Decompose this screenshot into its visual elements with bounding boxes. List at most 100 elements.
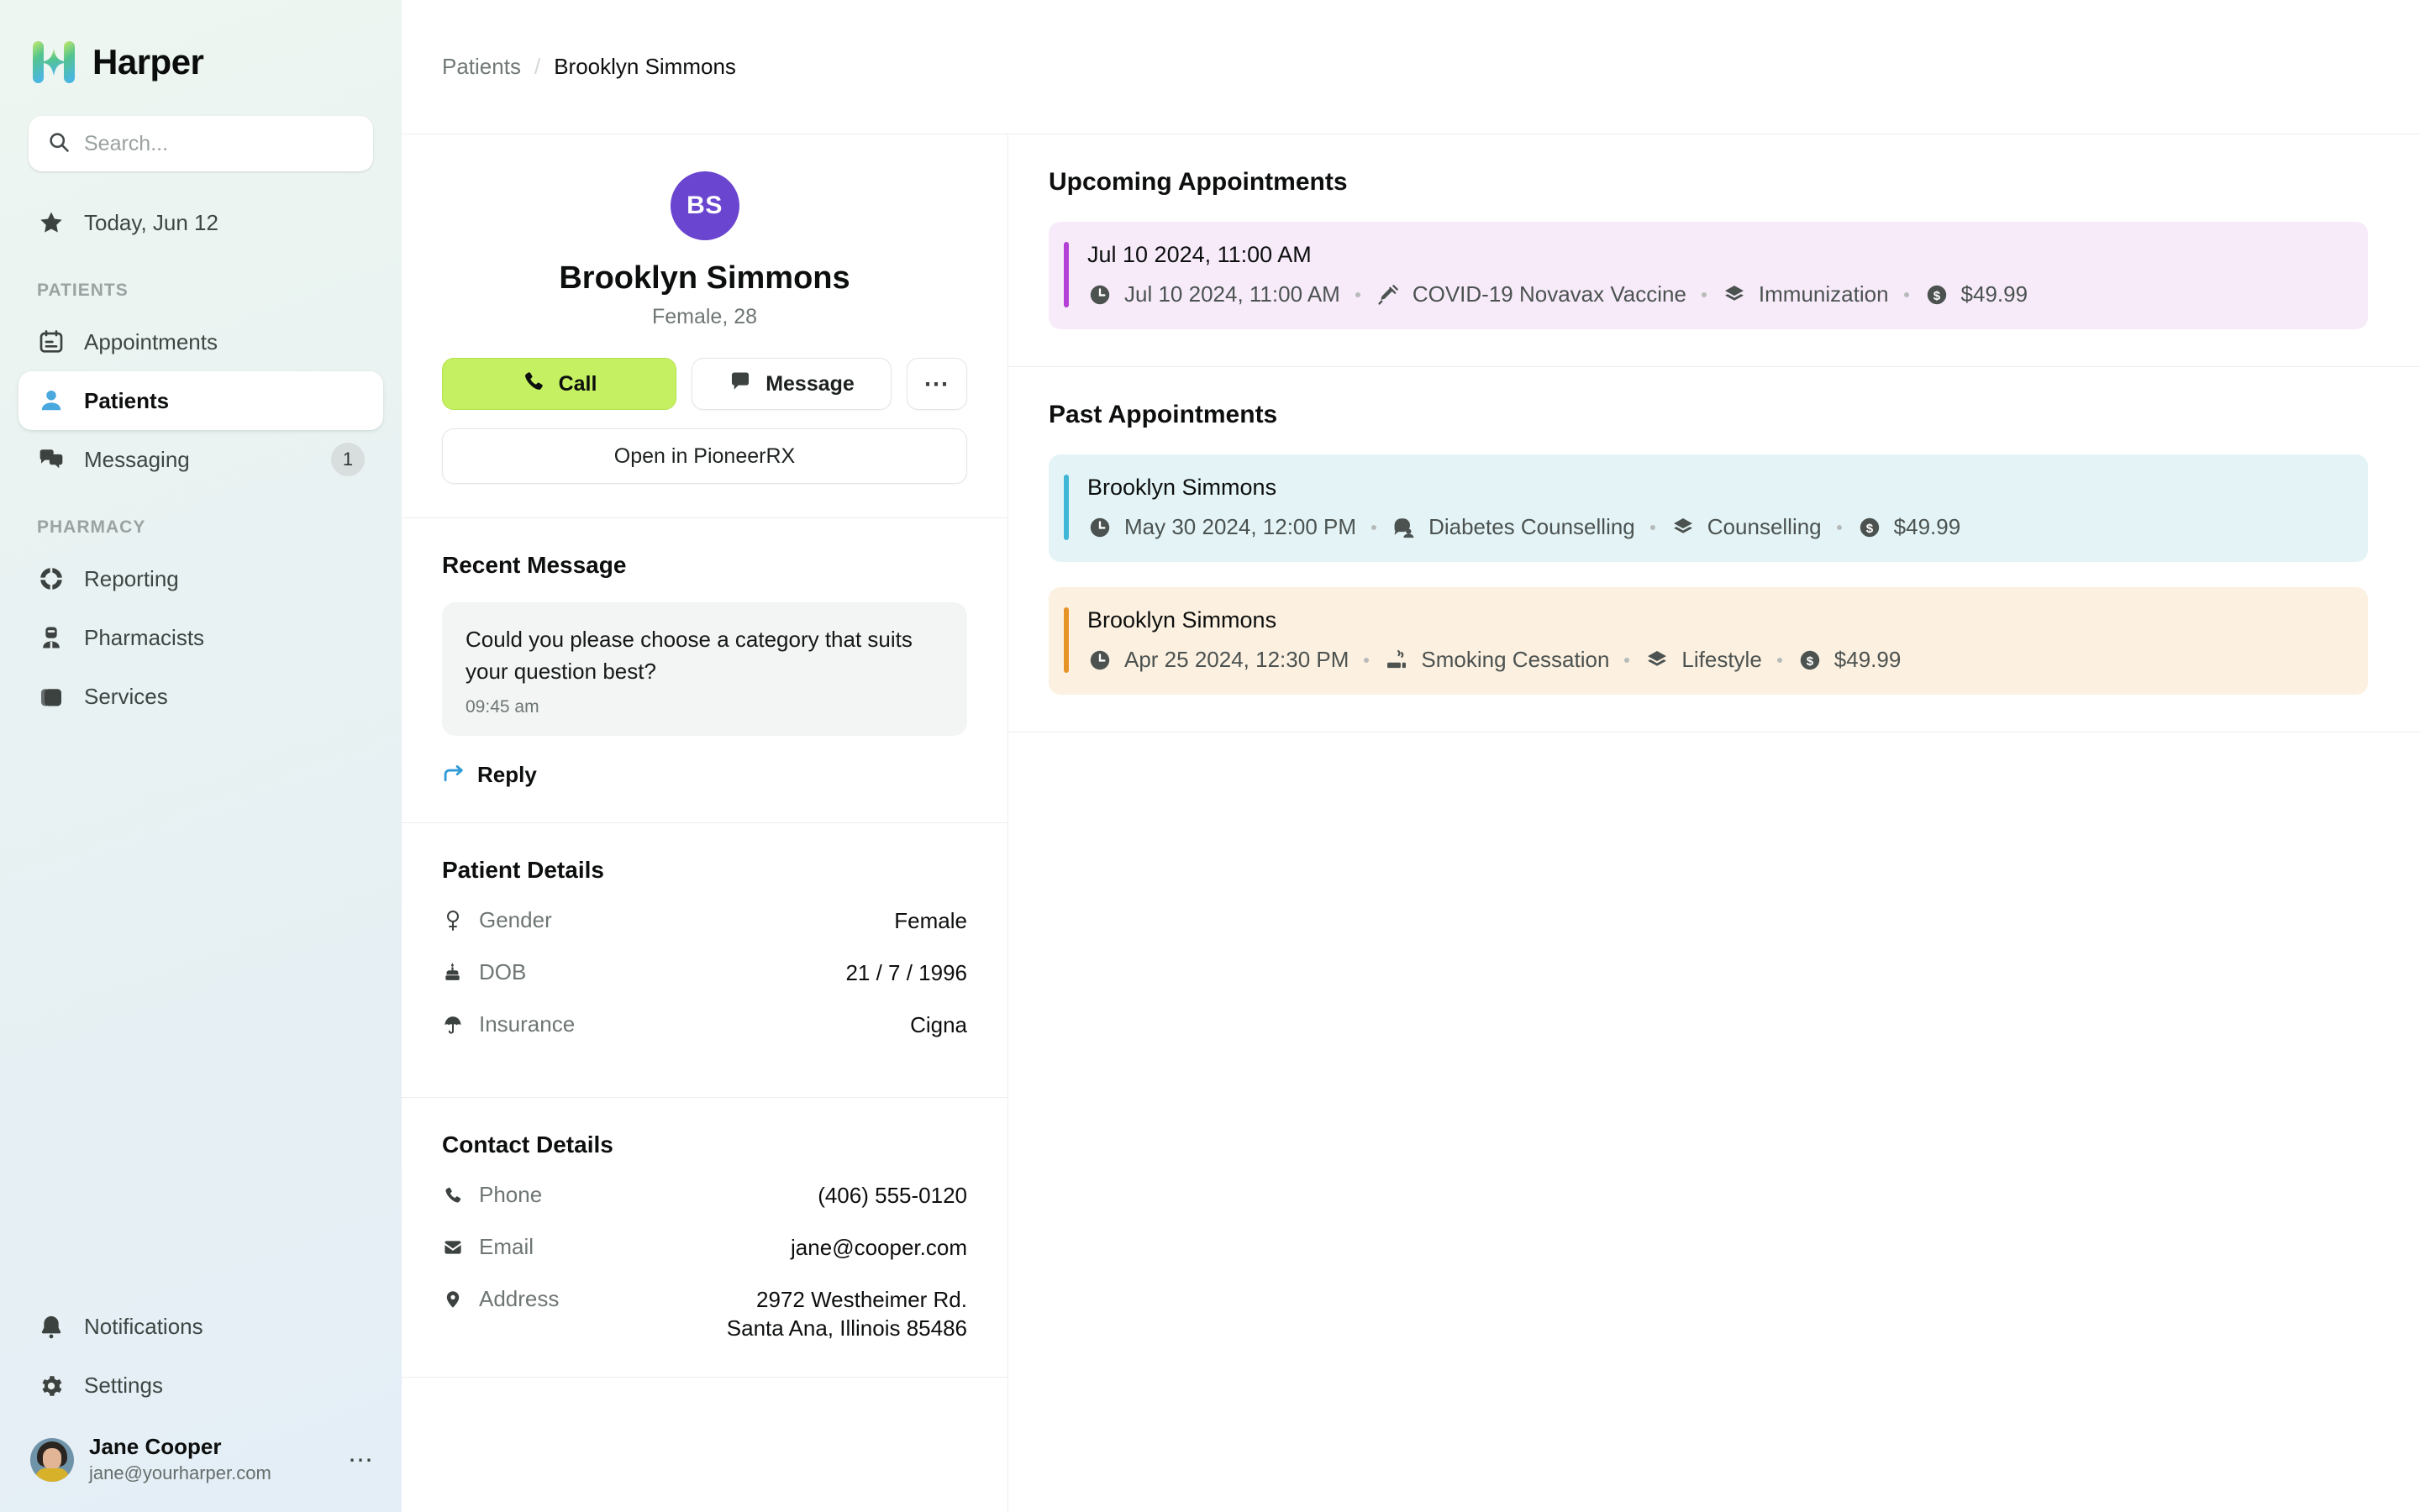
sidebar-item-settings[interactable]: Settings — [18, 1357, 383, 1415]
appointment-price: $ $49.99 — [1857, 514, 1961, 540]
pie-chart-icon — [37, 564, 66, 593]
page-title: Brooklyn Simmons — [442, 260, 967, 297]
dollar-circle-icon: $ — [1797, 648, 1823, 673]
appointment-title: Brooklyn Simmons — [1087, 607, 2344, 633]
brand-name: Harper — [92, 42, 203, 82]
appointment-title: Jul 10 2024, 11:00 AM — [1087, 242, 2344, 268]
meta-separator-dot — [1777, 658, 1782, 663]
svg-text:$: $ — [1933, 288, 1940, 302]
call-button-label: Call — [559, 372, 597, 396]
sidebar-item-pharmacists-label: Pharmacists — [84, 625, 365, 651]
sidebar-nav-bottom: Notifications Settings — [0, 1298, 402, 1415]
user-meta: Jane Cooper jane@yourharper.com — [89, 1434, 333, 1487]
sidebar-item-appointments-label: Appointments — [84, 329, 365, 355]
patient-details-panel: Patient Details Gender — [402, 823, 1007, 1098]
harper-h-sparkle-logo-icon — [30, 39, 77, 86]
appointment-category-text: Immunization — [1759, 281, 1889, 307]
sidebar-nav-top: Today, Jun 12 PATIENTS Appointments Pati… — [0, 171, 402, 726]
appointment-service-text: COVID-19 Novavax Vaccine — [1413, 281, 1686, 307]
sidebar-user[interactable]: Jane Cooper jane@yourharper.com ⋯ — [0, 1415, 402, 1512]
appointment-price-text: $49.99 — [1961, 281, 2028, 307]
appointment-service: Smoking Cessation — [1384, 647, 1609, 673]
message-button-label: Message — [765, 372, 855, 396]
contact-row-phone: Phone (406) 555-0120 — [442, 1182, 967, 1234]
sidebar: Harper Today, Jun 12 PATIENTS — [0, 0, 402, 1512]
appointment-price: $ $49.99 — [1924, 281, 2028, 307]
appointment-time: Apr 25 2024, 12:30 PM — [1087, 647, 1349, 673]
breadcrumb-parent[interactable]: Patients — [442, 54, 521, 80]
reply-button[interactable]: Reply — [442, 761, 967, 789]
sidebar-item-today[interactable]: Today, Jun 12 — [18, 193, 383, 252]
appointment-service: Diabetes Counselling — [1392, 514, 1635, 540]
sidebar-item-notifications[interactable]: Notifications — [18, 1298, 383, 1357]
contact-details-title: Contact Details — [442, 1131, 967, 1158]
call-button[interactable]: Call — [442, 358, 676, 410]
sidebar-item-appointments[interactable]: Appointments — [18, 312, 383, 371]
past-appointments-title: Past Appointments — [1049, 401, 2368, 429]
reply-arrow-icon — [442, 761, 466, 789]
recent-message-title: Recent Message — [442, 552, 967, 579]
breadcrumb-current: Brooklyn Simmons — [554, 54, 736, 80]
calendar-icon — [37, 328, 66, 356]
appointment-service: COVID-19 Novavax Vaccine — [1376, 281, 1686, 307]
contact-details-panel: Contact Details Phone (406) 555-0120 — [402, 1098, 1007, 1378]
umbrella-icon — [442, 1012, 464, 1037]
detail-row-dob: DOB 21 / 7 / 1996 — [442, 959, 967, 1011]
meta-separator-dot — [1650, 525, 1655, 530]
appointment-card[interactable]: Jul 10 2024, 11:00 AM Jul 10 2024, 11:00… — [1049, 222, 2368, 329]
breadcrumb: Patients / Brooklyn Simmons — [402, 0, 2420, 134]
patient-detail-column: BS Brooklyn Simmons Female, 28 Call — [402, 134, 1008, 1512]
appointment-card[interactable]: Brooklyn Simmons May 30 2024, 12:00 PM — [1049, 454, 2368, 562]
bell-icon — [37, 1313, 66, 1341]
sidebar-item-reporting-label: Reporting — [84, 566, 365, 592]
dollar-circle-icon: $ — [1857, 515, 1882, 540]
more-options-button[interactable]: ⋯ — [907, 358, 967, 410]
detail-value-insurance: Cigna — [910, 1011, 967, 1040]
appointment-category-text: Lifestyle — [1681, 647, 1761, 673]
layers-icon — [1644, 648, 1670, 673]
pharmacist-icon — [37, 623, 66, 652]
open-in-pioneerrx-button[interactable]: Open in PioneerRX — [442, 428, 967, 484]
sidebar-item-pharmacists[interactable]: Pharmacists — [18, 608, 383, 667]
search-box[interactable] — [29, 116, 373, 171]
meta-separator-dot — [1624, 658, 1629, 663]
body-split: BS Brooklyn Simmons Female, 28 Call — [402, 134, 2420, 1512]
upcoming-appointments-section: Upcoming Appointments Jul 10 2024, 11:00… — [1008, 134, 2420, 367]
sidebar-item-patients[interactable]: Patients — [18, 371, 383, 430]
message-button[interactable]: Message — [692, 358, 892, 410]
female-gender-icon — [442, 908, 464, 933]
appointment-card[interactable]: Brooklyn Simmons Apr 25 2024, 12:30 PM — [1049, 587, 2368, 695]
sidebar-spacer — [0, 726, 402, 1298]
detail-key-gender: Gender — [479, 907, 552, 933]
contact-value-email: jane@cooper.com — [791, 1234, 967, 1263]
meta-separator-dot — [1364, 658, 1369, 663]
patient-avatar: BS — [671, 171, 739, 240]
detail-value-dob: 21 / 7 / 1996 — [845, 959, 967, 988]
sidebar-item-reporting[interactable]: Reporting — [18, 549, 383, 608]
appointment-price: $ $49.99 — [1797, 647, 1902, 673]
clock-icon — [1087, 282, 1113, 307]
sidebar-item-patients-label: Patients — [84, 388, 365, 414]
appointment-time: May 30 2024, 12:00 PM — [1087, 514, 1356, 540]
brand: Harper — [0, 0, 402, 91]
ellipsis-icon[interactable]: ⋯ — [348, 1446, 378, 1475]
recent-message-time: 09:45 am — [466, 697, 944, 717]
no-smoking-icon — [1384, 648, 1409, 673]
sidebar-item-messaging[interactable]: Messaging 1 — [18, 430, 383, 489]
main-content: Patients / Brooklyn Simmons BS Brooklyn … — [402, 0, 2420, 1512]
search-input[interactable] — [84, 132, 355, 156]
chat-bubbles-icon — [37, 445, 66, 474]
appointment-time-text: May 30 2024, 12:00 PM — [1124, 514, 1356, 540]
detail-key-insurance: Insurance — [479, 1011, 575, 1037]
app-root: Harper Today, Jun 12 PATIENTS — [0, 0, 2420, 1512]
meta-separator-dot — [1904, 292, 1909, 297]
meta-separator-dot — [1355, 292, 1360, 297]
contact-key-phone: Phone — [479, 1182, 542, 1208]
contact-key-address: Address — [479, 1286, 559, 1312]
reply-label: Reply — [477, 762, 537, 788]
svg-text:$: $ — [1807, 654, 1814, 668]
birthday-cake-icon — [442, 960, 464, 985]
clock-icon — [1087, 515, 1113, 540]
patient-details-list: Gender Female — [442, 907, 967, 1063]
sidebar-item-services[interactable]: Services — [18, 667, 383, 726]
